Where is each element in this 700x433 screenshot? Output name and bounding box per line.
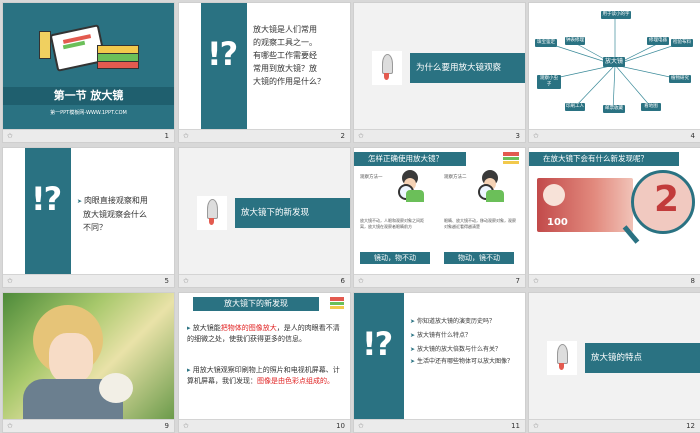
- slide-thumbnail-8[interactable]: 在放大镜下会有什么新发现呢？ 100 2 ✩ 8: [528, 147, 700, 288]
- slide-star-icon: ✩: [183, 132, 189, 140]
- banner-text: 放大镜下的新发现: [241, 208, 310, 218]
- slide-thumbnail-11[interactable]: !? 你知道放大镜的演变历史吗？ 放大镜有什么特点？ 放大镜的放大倍数与什么有关…: [353, 292, 526, 433]
- method-pill-2: 物动，镜不动: [444, 252, 514, 264]
- mind-map-node: 检验布料: [671, 39, 693, 47]
- slide-title: 第一节 放大镜: [53, 89, 124, 102]
- slide-number: 7: [515, 277, 520, 285]
- method-pill-1: 镜动，物不动: [360, 252, 430, 264]
- slide-star-icon: ✩: [183, 422, 189, 430]
- mind-map-node: 用于读小的字: [601, 11, 631, 19]
- slide-number: 12: [686, 422, 695, 430]
- rocket-icon: [372, 51, 402, 85]
- slide-title: 怎样正确使用放大镜？: [368, 154, 443, 163]
- slide-star-icon: ✩: [7, 277, 13, 285]
- method-label-2: 观察方法二: [444, 175, 467, 180]
- teal-side-panel: !?: [201, 3, 247, 130]
- anime-character-image: [3, 293, 174, 420]
- slide-number: 11: [511, 422, 520, 430]
- method-description-1: 放大镜不动，人眼和观察对象之间距离，放大镜在观察者眼睛前方: [360, 218, 424, 229]
- slide-thumbnail-4[interactable]: 放大镜 用于读小的字 钟表修理 珠宝鉴定 修理电器 检验布料 观察小虫子 植物研…: [528, 2, 700, 143]
- banner-text: 放大镜的特点: [591, 353, 643, 363]
- slide-number: 4: [690, 132, 695, 140]
- slide-star-icon: ✩: [533, 422, 539, 430]
- slide-thumbnail-5[interactable]: !? 肉眼直接观察和用 放大镜观察会什么 不同？ ✩ 5: [2, 147, 175, 288]
- slide-number: 8: [690, 277, 695, 285]
- question-list: 你知道放大镜的演变历史吗？ 放大镜有什么特点？ 放大镜的放大倍数与什么有关？ 生…: [410, 315, 525, 367]
- content-paragraph-1: 放大镜能把物体的图像放大，是人的肉眼看不清的细微之处，使我们获得更多的信息。: [187, 323, 345, 345]
- mind-map-node: 植物研究: [669, 75, 691, 83]
- slide-number: 1: [164, 132, 169, 140]
- magnifier-illustration-1: [398, 170, 424, 202]
- slide-thumbnail-3[interactable]: 为什么要用放大镜观察 ✩ 3: [353, 2, 526, 143]
- slide-number: 5: [164, 277, 169, 285]
- title-banner: 放大镜的特点: [585, 343, 700, 373]
- mind-map-node: 看地图: [641, 103, 661, 111]
- exclamation-question-icon: !?: [207, 35, 238, 73]
- slide-star-icon: ✩: [358, 422, 364, 430]
- slide-star-icon: ✩: [7, 132, 13, 140]
- slide-star-icon: ✩: [533, 132, 539, 140]
- slide-star-icon: ✩: [358, 132, 364, 140]
- banknote-image: 100: [537, 178, 633, 232]
- slide-sorter-grid: 第一节 放大镜 第一PPT模板网-WWW.1PPT.COM ✩ 1 !? 放大镜是…: [0, 0, 700, 433]
- mind-map-node: 邮票收藏: [603, 105, 625, 113]
- slide-number: 6: [340, 277, 345, 285]
- slide-number: 2: [340, 132, 345, 140]
- slide-thumbnail-10[interactable]: 放大镜下的新发现 放大镜能把物体的图像放大，是人的肉眼看不清的细微之处，使我们获…: [178, 292, 351, 433]
- slide-title: 在放大镜下会有什么新发现呢？: [543, 154, 648, 163]
- title-banner: 放大镜下的新发现: [235, 198, 350, 228]
- title-banner: 为什么要用放大镜观察: [410, 53, 525, 83]
- mind-map-node: 钟表修理: [565, 37, 585, 45]
- slide-thumbnail-9[interactable]: ✩ 9: [2, 292, 175, 433]
- slide-thumbnail-1[interactable]: 第一节 放大镜 第一PPT模板网-WWW.1PPT.COM ✩ 1: [2, 2, 175, 143]
- slide-subtitle: 第一PPT模板网-WWW.1PPT.COM: [50, 110, 127, 116]
- magnifier-illustration-2: [478, 170, 504, 202]
- books-icon: [503, 150, 519, 164]
- slide-number: 3: [515, 132, 520, 140]
- question-text: 放大镜是人们常用 的观察工具之一。 有哪些工作需要经 常用到放大镜？放 大镜的作…: [253, 25, 325, 86]
- question-text: 肉眼直接观察和用 放大镜观察会什么 不同？: [77, 194, 174, 234]
- slide-star-icon: ✩: [533, 277, 539, 285]
- magnified-digit: 2: [654, 179, 680, 220]
- rocket-icon: [197, 196, 227, 230]
- method-description-2: 眼睛、放大镜不动，移动观察对象，观察对象越近看得越清楚: [444, 218, 516, 229]
- slide-thumbnail-6[interactable]: 放大镜下的新发现 ✩ 6: [178, 147, 351, 288]
- content-paragraph-2: 用放大镜观察印刷物上的照片和电视机屏幕、计算机屏幕，我们发现：图像是由色彩点组成…: [187, 365, 345, 387]
- rocket-icon: [547, 341, 577, 375]
- slide-star-icon: ✩: [358, 277, 364, 285]
- slide-thumbnail-7[interactable]: 怎样正确使用放大镜？ 观察方法一 观察方法二 放大镜不动，人眼和观察对象之间距离…: [353, 147, 526, 288]
- slide-title: 放大镜下的新发现: [224, 299, 288, 308]
- book-stack-illustration: [39, 21, 139, 72]
- banner-text: 为什么要用放大镜观察: [416, 63, 502, 73]
- slide-star-icon: ✩: [7, 422, 13, 430]
- mind-map-node: 印刷工人: [565, 103, 585, 111]
- exclamation-question-icon: !?: [31, 180, 62, 218]
- method-label-1: 观察方法一: [360, 175, 383, 180]
- teal-side-panel: !?: [25, 148, 71, 275]
- title-banner: 放大镜下的新发现: [193, 297, 319, 311]
- exclamation-question-icon: !?: [362, 325, 393, 363]
- slide-star-icon: ✩: [183, 277, 189, 285]
- magnifier-lens: 2: [631, 170, 695, 234]
- teal-side-panel: !?: [354, 293, 404, 420]
- title-banner: 怎样正确使用放大镜？: [354, 152, 466, 166]
- banknote-value: 100: [547, 217, 568, 228]
- slide-thumbnail-12[interactable]: 放大镜的特点 ✩ 12: [528, 292, 700, 433]
- title-banner: 在放大镜下会有什么新发现呢？: [529, 152, 679, 166]
- mind-map-node: 修理电器: [647, 37, 669, 45]
- slide-number: 9: [164, 422, 169, 430]
- slide-thumbnail-2[interactable]: !? 放大镜是人们常用 的观察工具之一。 有哪些工作需要经 常用到放大镜？放 大…: [178, 2, 351, 143]
- slide-number: 10: [336, 422, 345, 430]
- mind-map-node: 观察小虫子: [537, 75, 561, 89]
- mind-map-center: 放大镜: [603, 57, 625, 67]
- mind-map-node: 珠宝鉴定: [535, 39, 557, 47]
- title-banner: 第一节 放大镜: [3, 87, 174, 105]
- books-icon: [330, 297, 344, 309]
